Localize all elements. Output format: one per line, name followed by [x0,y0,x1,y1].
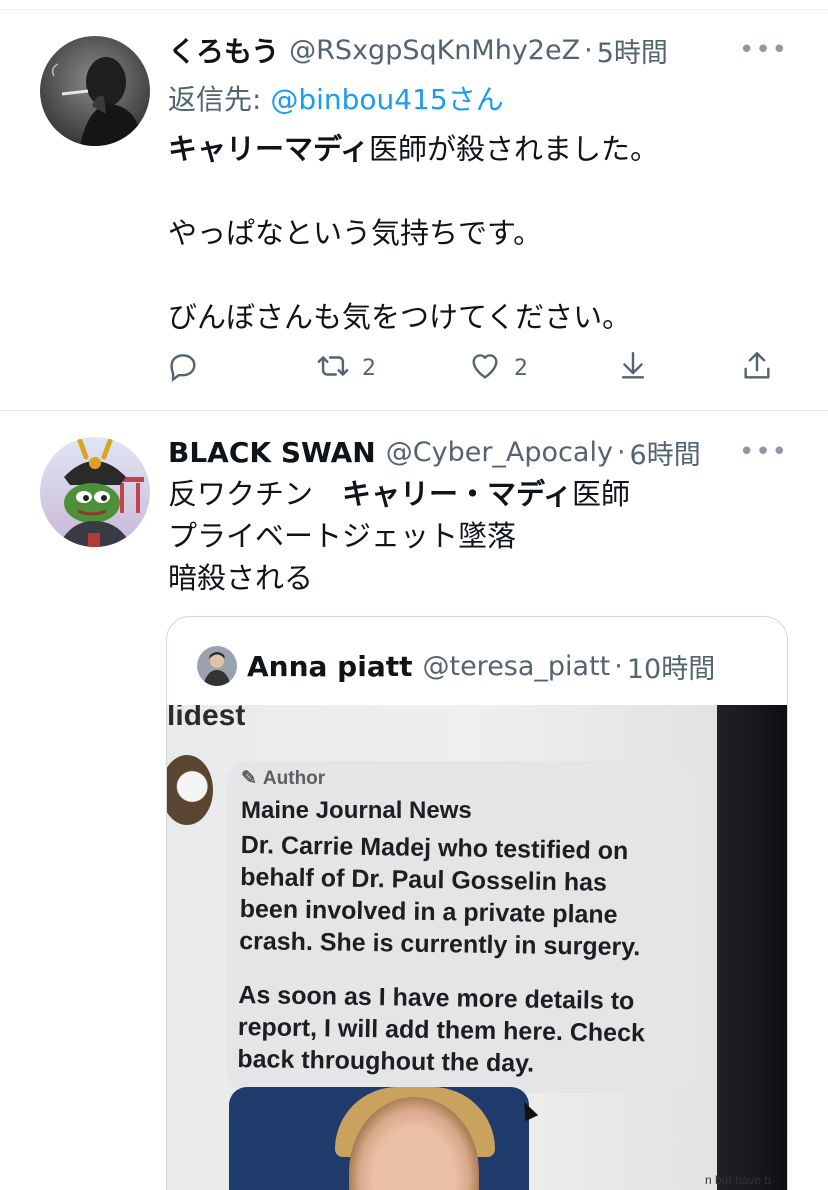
quoted-display-name[interactable]: Anna piatt [247,650,412,683]
text-line-1-rest: 医師 [572,477,631,511]
action-bar: 2 2 [166,348,788,388]
avatar[interactable] [40,437,150,547]
like-count: 2 [514,355,528,381]
photo-source-name: Maine Journal News [241,797,472,824]
download-icon [616,349,650,387]
tweet-text: キャリーマディ医師が殺されました。 やっぱなという気持ちです。 びんぼさんも気を… [168,128,788,338]
photo-video-thumbnail [229,1087,529,1190]
tweet-header: BLACK SWAN @Cyber_Apocaly · 6時間 ••• [168,432,788,472]
text-line-3: びんぼさんも気をつけてください。 [168,300,632,334]
more-options-icon[interactable]: ••• [739,30,788,70]
text-line-1-pre: 反ワクチン [168,477,343,511]
timestamp[interactable]: 5時間 [597,31,668,70]
reply-mention-suffix: さん [447,83,504,116]
photo-author-badge: ✎ Author [241,767,325,790]
text-line-2: やっぱなという気持ちです。 [168,216,543,250]
bold-name: キャリー・マディ [342,477,572,511]
tweet-kuromou[interactable]: くろもう @RSxgpSqKnMhy2eZ · 5時間 ••• 返信先: @bi… [0,10,828,410]
timestamp[interactable]: 6時間 [630,433,701,472]
user-handle[interactable]: @Cyber_Apocaly [386,437,613,468]
reply-button[interactable] [166,348,200,388]
retweet-count: 2 [362,355,376,381]
photo-corner-text: n but have b [705,1173,772,1187]
display-name[interactable]: BLACK SWAN [168,436,376,469]
reply-to-prefix: 返信先: [168,83,271,116]
quoted-avatar[interactable] [197,646,237,686]
avatar[interactable] [40,36,150,146]
quoted-photo[interactable]: lidest ✎ Author Maine Journal News Dr. C… [167,705,787,1190]
photo-cut-text: lidest [167,705,246,732]
share-button[interactable] [740,348,774,388]
pencil-icon: ✎ [241,768,257,789]
display-name[interactable]: くろもう [168,30,279,70]
tweet-black-swan[interactable]: BLACK SWAN @Cyber_Apocaly · 6時間 ••• 反ワクチ… [0,411,828,1190]
quoted-separator: · [614,650,623,682]
photo-author-label: Author [262,767,326,789]
retweet-button[interactable]: 2 [316,348,376,388]
quoted-handle[interactable]: @teresa_piatt [422,651,610,682]
reply-icon [166,349,200,387]
quoted-tweet[interactable]: Anna piatt @teresa_piatt · 10時間 lidest ✎… [166,616,788,1190]
share-icon [740,349,774,387]
tweet-text: 反ワクチン キャリー・マディ医師 プライベートジェット墜落 暗殺される [168,473,788,599]
reply-mention-link[interactable]: @binbou415 [270,83,447,116]
text-line-2: プライベートジェット墜落 [168,519,517,553]
quoted-timestamp[interactable]: 10時間 [627,647,715,686]
quoted-tweet-header: Anna piatt @teresa_piatt · 10時間 [197,641,715,691]
separator: · [616,436,626,468]
text-line-1: 医師が殺されました。 [368,132,659,166]
photo-comment-text: Dr. Carrie Madej who testified on behalf… [237,829,701,1082]
heart-icon [468,349,502,387]
download-button[interactable] [616,348,650,388]
reply-to: 返信先: @binbou415さん [168,78,504,118]
user-handle[interactable]: @RSxgpSqKnMhy2eZ [289,35,580,66]
bold-name: キャリーマディ [168,132,369,166]
like-button[interactable]: 2 [468,348,528,388]
photo-dark-edge [717,705,787,1190]
text-line-3: 暗殺される [168,561,314,595]
tweet-header: くろもう @RSxgpSqKnMhy2eZ · 5時間 ••• [168,30,788,70]
more-options-icon[interactable]: ••• [739,432,788,472]
separator: · [584,34,593,66]
retweet-icon [316,349,350,387]
